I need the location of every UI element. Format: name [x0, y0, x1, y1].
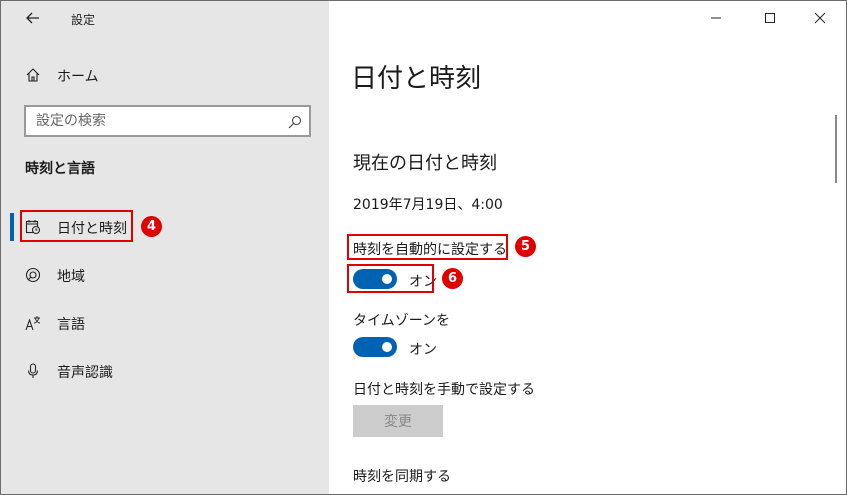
- active-indicator: [10, 213, 14, 241]
- sidebar-item-date-time[interactable]: 日付と時刻 4: [1, 209, 329, 245]
- change-button[interactable]: 変更: [353, 405, 443, 437]
- section-title: 時刻と言語: [25, 161, 95, 177]
- sidebar-item-label: 言語: [57, 317, 85, 333]
- manual-time-label: 日付と時刻を手動で設定する: [353, 382, 535, 398]
- close-button[interactable]: [797, 1, 843, 35]
- sidebar-item-label: 音声認識: [57, 365, 113, 381]
- section-heading: 現在の日付と時刻: [353, 153, 497, 174]
- settings-window: 設定 ホーム 時刻と言語 日付と時刻: [0, 0, 847, 495]
- minimize-button[interactable]: [693, 1, 739, 35]
- timezone-label: タイムゾーンを: [353, 313, 451, 329]
- sync-time-label: 時刻を同期する: [353, 469, 451, 485]
- timezone-state: オン: [409, 342, 437, 358]
- sidebar-item-label: ホーム: [57, 69, 99, 85]
- page-title: 日付と時刻: [351, 64, 482, 94]
- search-box[interactable]: [24, 105, 311, 137]
- highlight-box: [20, 210, 133, 242]
- back-button[interactable]: [19, 7, 47, 29]
- sidebar-item-home[interactable]: ホーム: [1, 59, 329, 91]
- sidebar-item-speech[interactable]: 音声認識: [1, 353, 329, 389]
- back-arrow-icon: [26, 12, 39, 24]
- highlight-box: [347, 234, 508, 260]
- language-icon: [25, 316, 41, 331]
- microphone-icon: [27, 363, 39, 378]
- annotation-badge: 4: [141, 216, 162, 237]
- close-icon: [814, 12, 826, 24]
- globe-icon: [25, 267, 41, 283]
- home-icon: [26, 68, 40, 82]
- minimize-icon: [711, 17, 721, 19]
- highlight-box: [347, 264, 434, 293]
- search-icon[interactable]: [287, 114, 303, 130]
- annotation-badge: 6: [442, 268, 463, 289]
- main-content: 日付と時刻 現在の日付と時刻 2019年7月19日、4:00 時刻を自動的に設定…: [329, 1, 846, 494]
- toggle-knob: [382, 342, 392, 352]
- timezone-toggle[interactable]: [353, 337, 397, 357]
- maximize-button[interactable]: [747, 1, 793, 35]
- titlebar-left: 設定: [1, 1, 329, 35]
- sidebar-item-language[interactable]: 言語: [1, 305, 329, 341]
- current-datetime: 2019年7月19日、4:00: [353, 197, 503, 213]
- search-input[interactable]: [26, 113, 276, 129]
- maximize-icon: [765, 13, 775, 23]
- sidebar-item-region[interactable]: 地域: [1, 257, 329, 293]
- sidebar-item-label: 地域: [57, 269, 85, 285]
- scrollbar[interactable]: [835, 115, 837, 183]
- sidebar: 設定 ホーム 時刻と言語 日付と時刻: [1, 1, 329, 494]
- annotation-badge: 5: [515, 236, 536, 257]
- app-title: 設定: [71, 13, 96, 27]
